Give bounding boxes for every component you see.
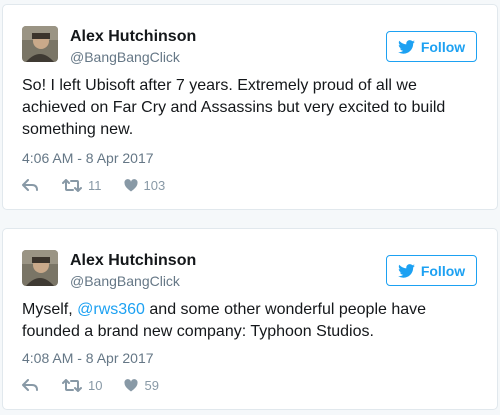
reply-button[interactable] [22, 179, 38, 192]
like-count: 103 [143, 178, 166, 193]
tweet-text-part: Myself, [22, 301, 78, 318]
reply-icon [22, 379, 38, 391]
reply-icon [22, 179, 38, 191]
retweet-icon [62, 179, 82, 192]
tweet-actions: 11 103 [22, 178, 165, 193]
author-name[interactable]: Alex Hutchinson [70, 28, 196, 46]
twitter-bird-icon [397, 39, 415, 54]
follow-label: Follow [420, 38, 466, 55]
tweet-timestamp[interactable]: 4:06 AM - 8 Apr 2017 [22, 150, 154, 166]
retweet-count: 11 [88, 178, 102, 193]
tweet-card: Alex Hutchinson @BangBangClick Follow So… [2, 4, 498, 210]
twitter-bird-icon [397, 263, 415, 278]
follow-label: Follow [420, 262, 466, 279]
author-handle[interactable]: @BangBangClick [70, 49, 180, 65]
like-button[interactable]: 103 [123, 178, 166, 193]
author-name[interactable]: Alex Hutchinson [70, 252, 196, 270]
heart-icon [123, 179, 138, 192]
tweet-text-part: So! I left Ubisoft after 7 years. Extrem… [22, 77, 446, 138]
reply-button[interactable] [22, 379, 38, 392]
avatar[interactable] [22, 250, 58, 286]
follow-button[interactable]: Follow [386, 255, 477, 286]
retweet-button[interactable]: 11 [62, 178, 102, 193]
avatar[interactable] [22, 26, 58, 62]
heart-icon [124, 379, 139, 392]
tweet-timestamp[interactable]: 4:08 AM - 8 Apr 2017 [22, 350, 154, 366]
retweet-icon [62, 379, 82, 392]
tweet-text: Myself, @rws360 and some other wonderful… [22, 299, 479, 343]
author-handle[interactable]: @BangBangClick [70, 273, 180, 289]
tweet-card: Alex Hutchinson @BangBangClick Follow My… [2, 228, 498, 410]
follow-button[interactable]: Follow [386, 31, 477, 62]
tweet-text: So! I left Ubisoft after 7 years. Extrem… [22, 75, 479, 141]
retweet-button[interactable]: 10 [62, 378, 102, 393]
tweet-actions: 10 59 [22, 378, 159, 393]
like-count: 59 [144, 378, 159, 393]
mention-link[interactable]: @rws360 [77, 301, 145, 318]
like-button[interactable]: 59 [124, 378, 159, 393]
retweet-count: 10 [88, 378, 103, 393]
